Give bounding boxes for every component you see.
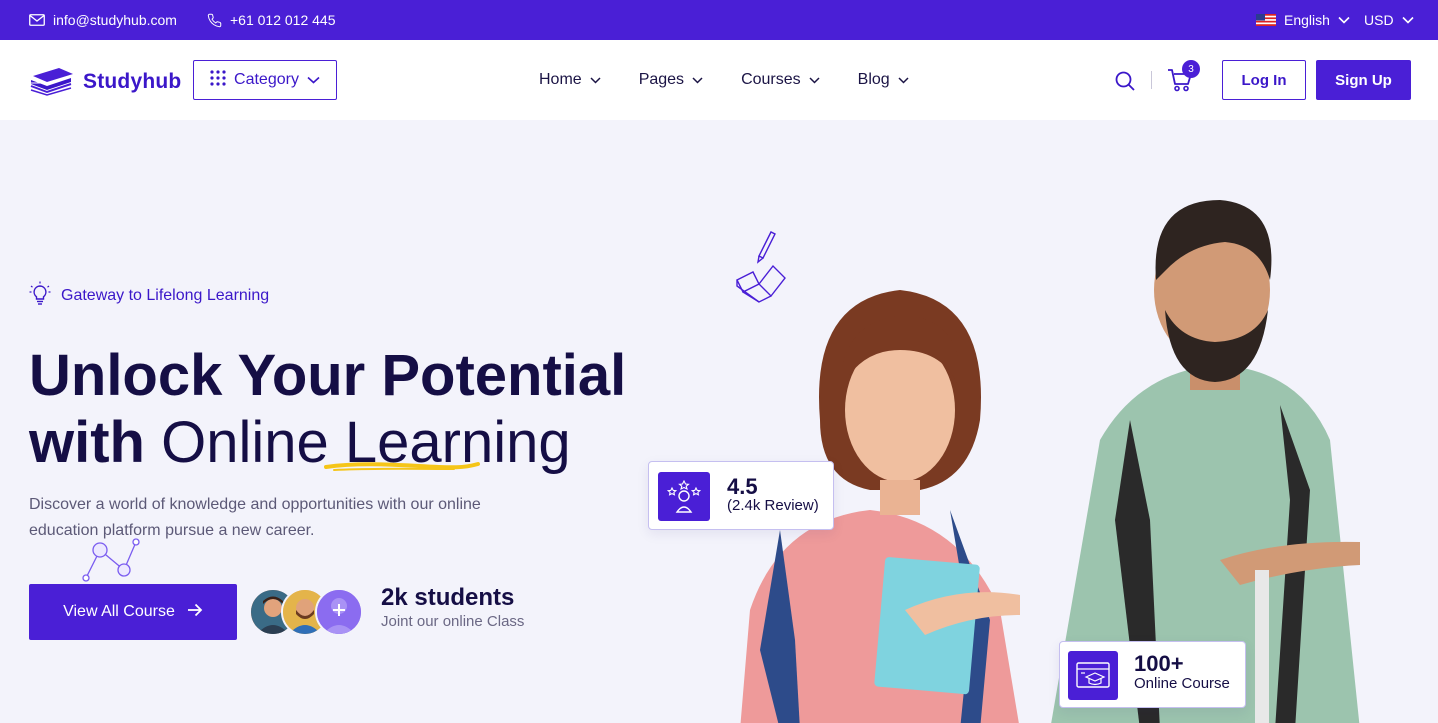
header-divider — [1151, 71, 1152, 89]
chevron-down-icon — [809, 71, 820, 89]
logo-text: Studyhub — [83, 69, 182, 93]
rating-reviews: (2.4k Review) — [727, 497, 819, 514]
login-button[interactable]: Log In — [1222, 60, 1306, 100]
hero-tagline: Gateway to Lifelong Learning — [29, 281, 269, 310]
courses-subtext: Online Course — [1134, 675, 1230, 692]
language-label: English — [1284, 12, 1330, 28]
nav-item-courses[interactable]: Courses — [741, 71, 820, 89]
nav-item-home[interactable]: Home — [539, 71, 601, 89]
search-icon[interactable] — [1115, 71, 1135, 96]
avatar-more[interactable] — [315, 588, 363, 636]
contact-phone[interactable]: +61 012 012 445 — [207, 0, 336, 40]
hero-section: Gateway to Lifelong Learning Unlock Your… — [0, 120, 1438, 723]
main-header: Studyhub Category Home Pages Courses Blo… — [0, 40, 1438, 120]
currency-selector[interactable]: USD — [1364, 0, 1414, 40]
lightbulb-icon — [29, 281, 51, 310]
nav-item-pages[interactable]: Pages — [639, 71, 703, 89]
mail-icon — [29, 14, 45, 26]
phone-icon — [207, 13, 222, 28]
molecule-doodle-icon — [80, 536, 142, 587]
category-label: Category — [234, 71, 299, 88]
currency-label: USD — [1364, 12, 1394, 28]
online-course-icon — [1068, 651, 1118, 700]
main-nav: Home Pages Courses Blog — [539, 40, 947, 120]
star-award-icon — [658, 472, 710, 521]
site-logo[interactable]: Studyhub — [29, 62, 181, 101]
chevron-down-icon — [1338, 16, 1350, 24]
student-avatars — [249, 588, 365, 636]
students-count: 2k students — [381, 584, 515, 611]
view-all-course-button[interactable]: View All Course — [29, 584, 237, 640]
chevron-down-icon — [898, 71, 909, 89]
language-selector[interactable]: English — [1256, 0, 1350, 40]
contact-email[interactable]: info@studyhub.com — [29, 0, 177, 40]
signup-button[interactable]: Sign Up — [1316, 60, 1411, 100]
headline-line-2-bold: with — [29, 410, 145, 475]
students-subtext: Joint our online Class — [381, 613, 525, 630]
nav-label: Home — [539, 71, 582, 88]
nav-item-blog[interactable]: Blog — [858, 71, 909, 89]
chevron-down-icon — [692, 71, 703, 89]
nav-label: Courses — [741, 71, 801, 88]
chevron-down-icon — [1401, 16, 1414, 24]
highlight-underline — [324, 459, 480, 478]
tagline-text: Gateway to Lifelong Learning — [61, 286, 270, 304]
category-button[interactable]: Category — [193, 60, 337, 100]
headline-line-1: Unlock Your Potential — [29, 343, 627, 408]
cart-count-badge: 3 — [1182, 60, 1200, 78]
arrow-right-icon — [187, 603, 203, 622]
top-bar: info@studyhub.com +61 012 012 445 Englis… — [0, 0, 1438, 40]
rating-card: 4.5 (2.4k Review) — [648, 461, 834, 530]
hero-students-illustration — [720, 190, 1380, 723]
courses-count: 100+ — [1134, 651, 1184, 676]
email-text: info@studyhub.com — [53, 12, 177, 28]
hero-headline: Unlock Your Potential with Online Learni… — [29, 342, 626, 476]
us-flag-icon — [1256, 14, 1276, 26]
chevron-down-icon — [307, 71, 320, 89]
online-course-card: 100+ Online Course — [1059, 641, 1246, 708]
chevron-down-icon — [590, 71, 601, 89]
nav-label: Blog — [857, 71, 890, 88]
logo-books-icon — [29, 62, 75, 101]
nav-label: Pages — [638, 71, 685, 88]
grid-icon — [210, 69, 226, 91]
cta-label: View All Course — [63, 603, 175, 620]
phone-text: +61 012 012 445 — [230, 12, 336, 28]
